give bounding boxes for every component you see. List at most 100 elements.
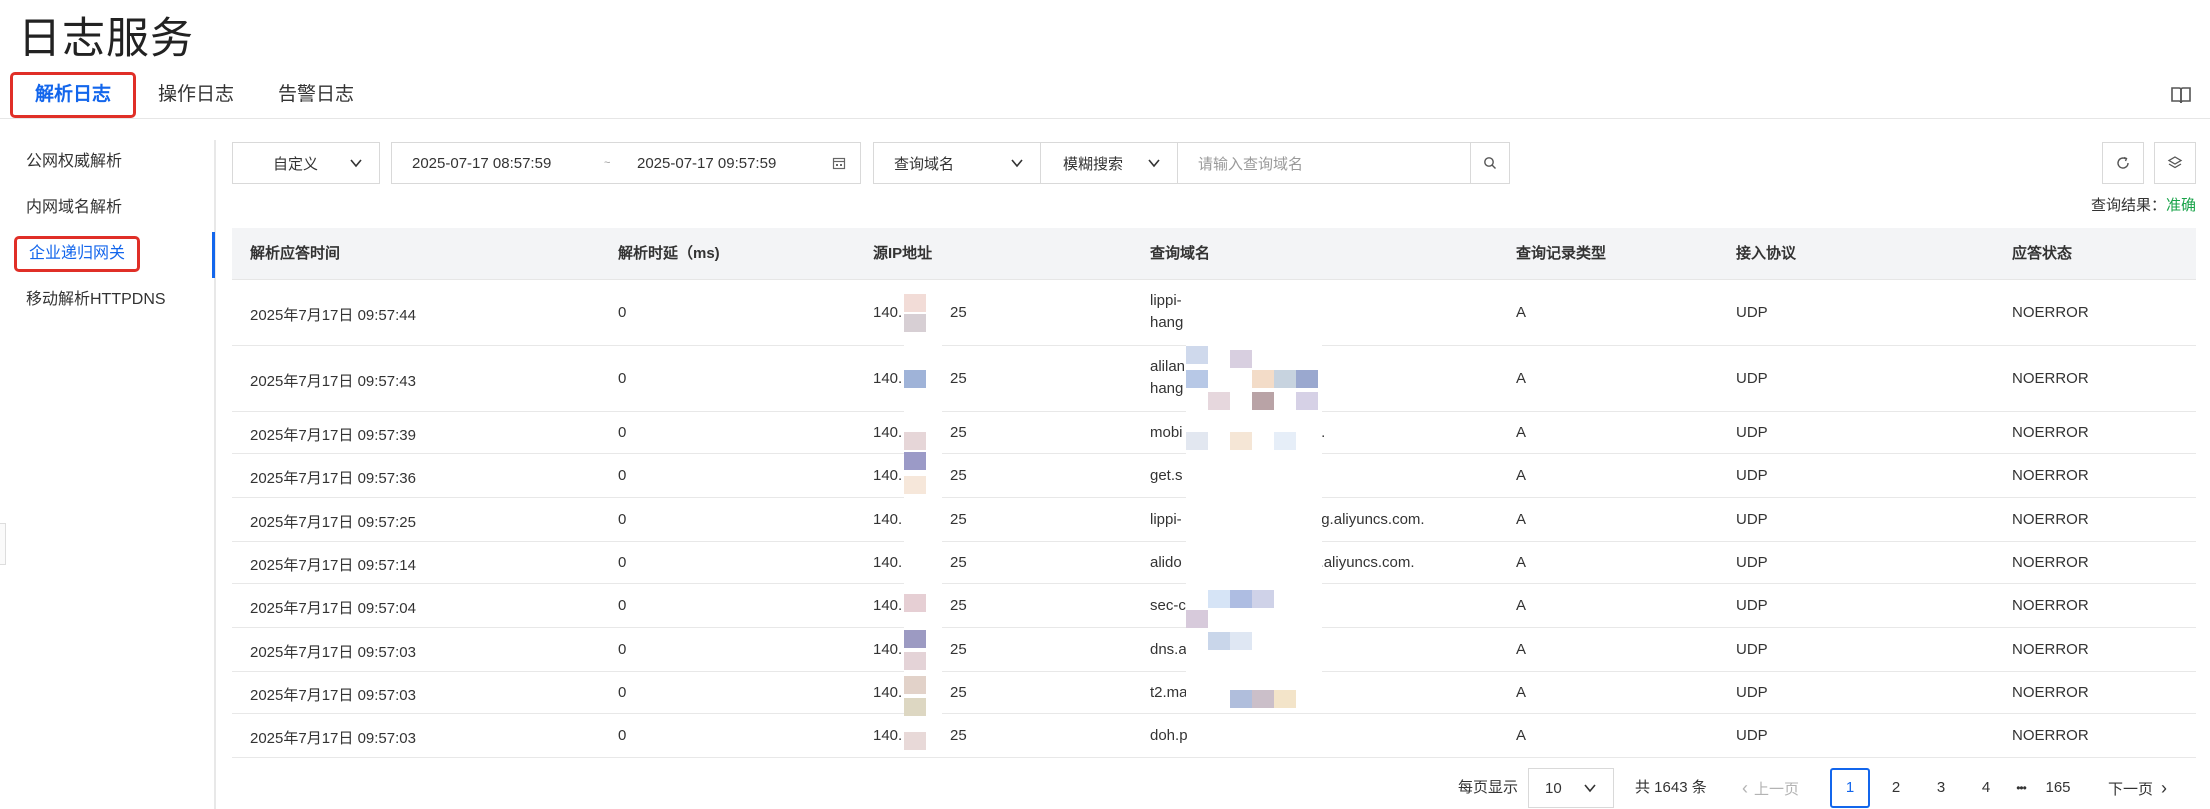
cell-protocol: UDP	[1736, 304, 1768, 321]
layers-button[interactable]	[2154, 142, 2196, 184]
cell-protocol: UDP	[1736, 467, 1768, 484]
side-item-public-authoritative[interactable]: 公网权威解析	[14, 144, 134, 180]
col-protocol[interactable]: 接入协议	[1736, 228, 1796, 280]
col-latency[interactable]: 解析时延（ms)	[618, 228, 720, 280]
cell-protocol: UDP	[1736, 597, 1768, 614]
cell-ip-end: 25	[950, 597, 967, 614]
cell-ip-start: 140.	[873, 511, 903, 528]
cell-status: NOERROR	[2012, 467, 2089, 484]
cell-time: 2025年7月17日 09:57:04	[250, 600, 416, 617]
range-separator: ~	[604, 157, 611, 169]
cell-record-type: A	[1516, 554, 1527, 571]
cell-ip-end: 25	[950, 424, 967, 441]
refresh-button[interactable]	[2102, 142, 2144, 184]
tab-operation-log[interactable]: 操作日志	[136, 72, 256, 118]
cell-time: 2025年7月17日 09:57:36	[250, 470, 416, 487]
prev-page-label: 上一页	[1754, 781, 1800, 798]
cell-domain-start: lippi-	[1150, 511, 1182, 528]
cell-record-type: A	[1516, 511, 1527, 528]
cell-ip-start: 140.	[873, 641, 903, 658]
cell-protocol: UDP	[1736, 424, 1768, 441]
cell-record-type: A	[1516, 467, 1527, 484]
prev-page-button[interactable]: ‹ 上一页	[1742, 768, 1799, 808]
domain-search-input[interactable]: 请输入查询域名	[1177, 142, 1471, 184]
col-response-time[interactable]: 解析应答时间	[250, 228, 340, 280]
page-ellipsis[interactable]: •••	[2001, 768, 2041, 808]
next-page-label: 下一页	[2108, 781, 2154, 798]
cell-status: NOERROR	[2012, 641, 2089, 658]
cell-ip-end: 25	[950, 727, 967, 744]
page-size-select[interactable]: 10	[1528, 768, 1614, 808]
cell-latency: 0	[618, 467, 627, 484]
table-row[interactable]: 2025年7月17日 09:57:03 0 140. 25 A UDP NOERROR doh…	[232, 714, 2196, 758]
cell-protocol: UDP	[1736, 727, 1768, 744]
cell-time: 2025年7月17日 09:57:43	[250, 373, 416, 390]
cell-ip-end: 25	[950, 684, 967, 701]
cell-ip-start: 140.	[873, 370, 903, 387]
date-range-picker[interactable]: 2025-07-17 08:57:59 ~ 2025-07-17 09:57:5…	[391, 142, 861, 184]
page-title: 日志服务	[18, 15, 194, 63]
side-item-private-zone[interactable]: 内网域名解析	[14, 190, 134, 226]
cell-domain-start: get.s	[1150, 467, 1183, 484]
book-icon[interactable]	[2170, 84, 2192, 106]
cell-status: NOERROR	[2012, 304, 2089, 321]
chevron-right-icon: ›	[2161, 778, 2168, 798]
next-page-button[interactable]: 下一页 ›	[2108, 768, 2167, 808]
col-status[interactable]: 应答状态	[2012, 228, 2072, 280]
cell-time: 2025年7月17日 09:57:03	[250, 687, 416, 704]
cell-record-type: A	[1516, 424, 1527, 441]
table-header: 解析应答时间 解析时延（ms) 源IP地址 查询域名 查询记录类型 接入协议 应…	[232, 228, 2196, 280]
cell-latency: 0	[618, 597, 627, 614]
page-1[interactable]: 1	[1830, 768, 1870, 808]
tabs-divider	[0, 118, 2210, 119]
side-nav: 公网权威解析 内网域名解析 企业递归网关 移动解析HTTPDNS	[0, 140, 216, 809]
search-button[interactable]	[1470, 142, 1510, 184]
query-result: 查询结果：准确	[2091, 194, 2196, 215]
field-select[interactable]: 查询域名	[873, 142, 1041, 184]
match-mode-select[interactable]: 模糊搜索	[1040, 142, 1178, 184]
page-last[interactable]: 165	[2038, 768, 2078, 808]
cell-time: 2025年7月17日 09:57:44	[250, 307, 416, 324]
cell-protocol: UDP	[1736, 684, 1768, 701]
cell-latency: 0	[618, 304, 627, 321]
cell-record-type: A	[1516, 641, 1527, 658]
collapse-handle[interactable]	[0, 523, 6, 565]
refresh-icon	[2117, 156, 2129, 169]
redaction-mask-ip	[904, 280, 942, 750]
page-4[interactable]: 4	[1966, 768, 2006, 808]
page-size-label: 每页显示	[1458, 779, 1519, 796]
cell-status: NOERROR	[2012, 727, 2089, 744]
start-time: 2025-07-17 08:57:59	[412, 154, 552, 172]
cell-status: NOERROR	[2012, 424, 2089, 441]
col-record-type[interactable]: 查询记录类型	[1516, 228, 1606, 280]
cell-time: 2025年7月17日 09:57:03	[250, 730, 416, 747]
col-query-domain[interactable]: 查询域名	[1150, 228, 1210, 280]
search-icon	[1484, 157, 1496, 169]
cell-ip-end: 25	[950, 304, 967, 321]
cell-record-type: A	[1516, 597, 1527, 614]
cell-domain-start: alido	[1150, 554, 1182, 571]
cell-domain-line1-start: alilan	[1150, 358, 1186, 375]
cell-domain-line2-start: hang	[1150, 380, 1184, 397]
cell-latency: 0	[618, 511, 627, 528]
chevron-down-icon	[350, 159, 362, 168]
query-result-label: 查询结果：	[2090, 197, 2166, 214]
cell-latency: 0	[618, 424, 627, 441]
cell-latency: 0	[618, 554, 627, 571]
cell-domain-line1-start: lippi-	[1150, 292, 1182, 309]
match-mode-value: 模糊搜索	[1063, 155, 1124, 173]
cell-domain-start: sec-c	[1150, 597, 1186, 614]
col-source-ip[interactable]: 源IP地址	[873, 228, 932, 280]
cell-ip-start: 140.	[873, 424, 903, 441]
tab-alarm-log[interactable]: 告警日志	[256, 72, 376, 118]
side-item-httpdns[interactable]: 移动解析HTTPDNS	[14, 282, 178, 318]
cell-protocol: UDP	[1736, 554, 1768, 571]
side-item-recursive-gateway[interactable]: 企业递归网关	[14, 236, 141, 272]
tab-resolve-log[interactable]: 解析日志	[10, 72, 137, 118]
cell-latency: 0	[618, 684, 627, 701]
cell-domain-line2-start: hang	[1150, 314, 1184, 331]
page-2[interactable]: 2	[1876, 768, 1916, 808]
cell-time: 2025年7月17日 09:57:25	[250, 514, 416, 531]
page-3[interactable]: 3	[1921, 768, 1961, 808]
time-mode-select[interactable]: 自定义	[232, 142, 380, 184]
